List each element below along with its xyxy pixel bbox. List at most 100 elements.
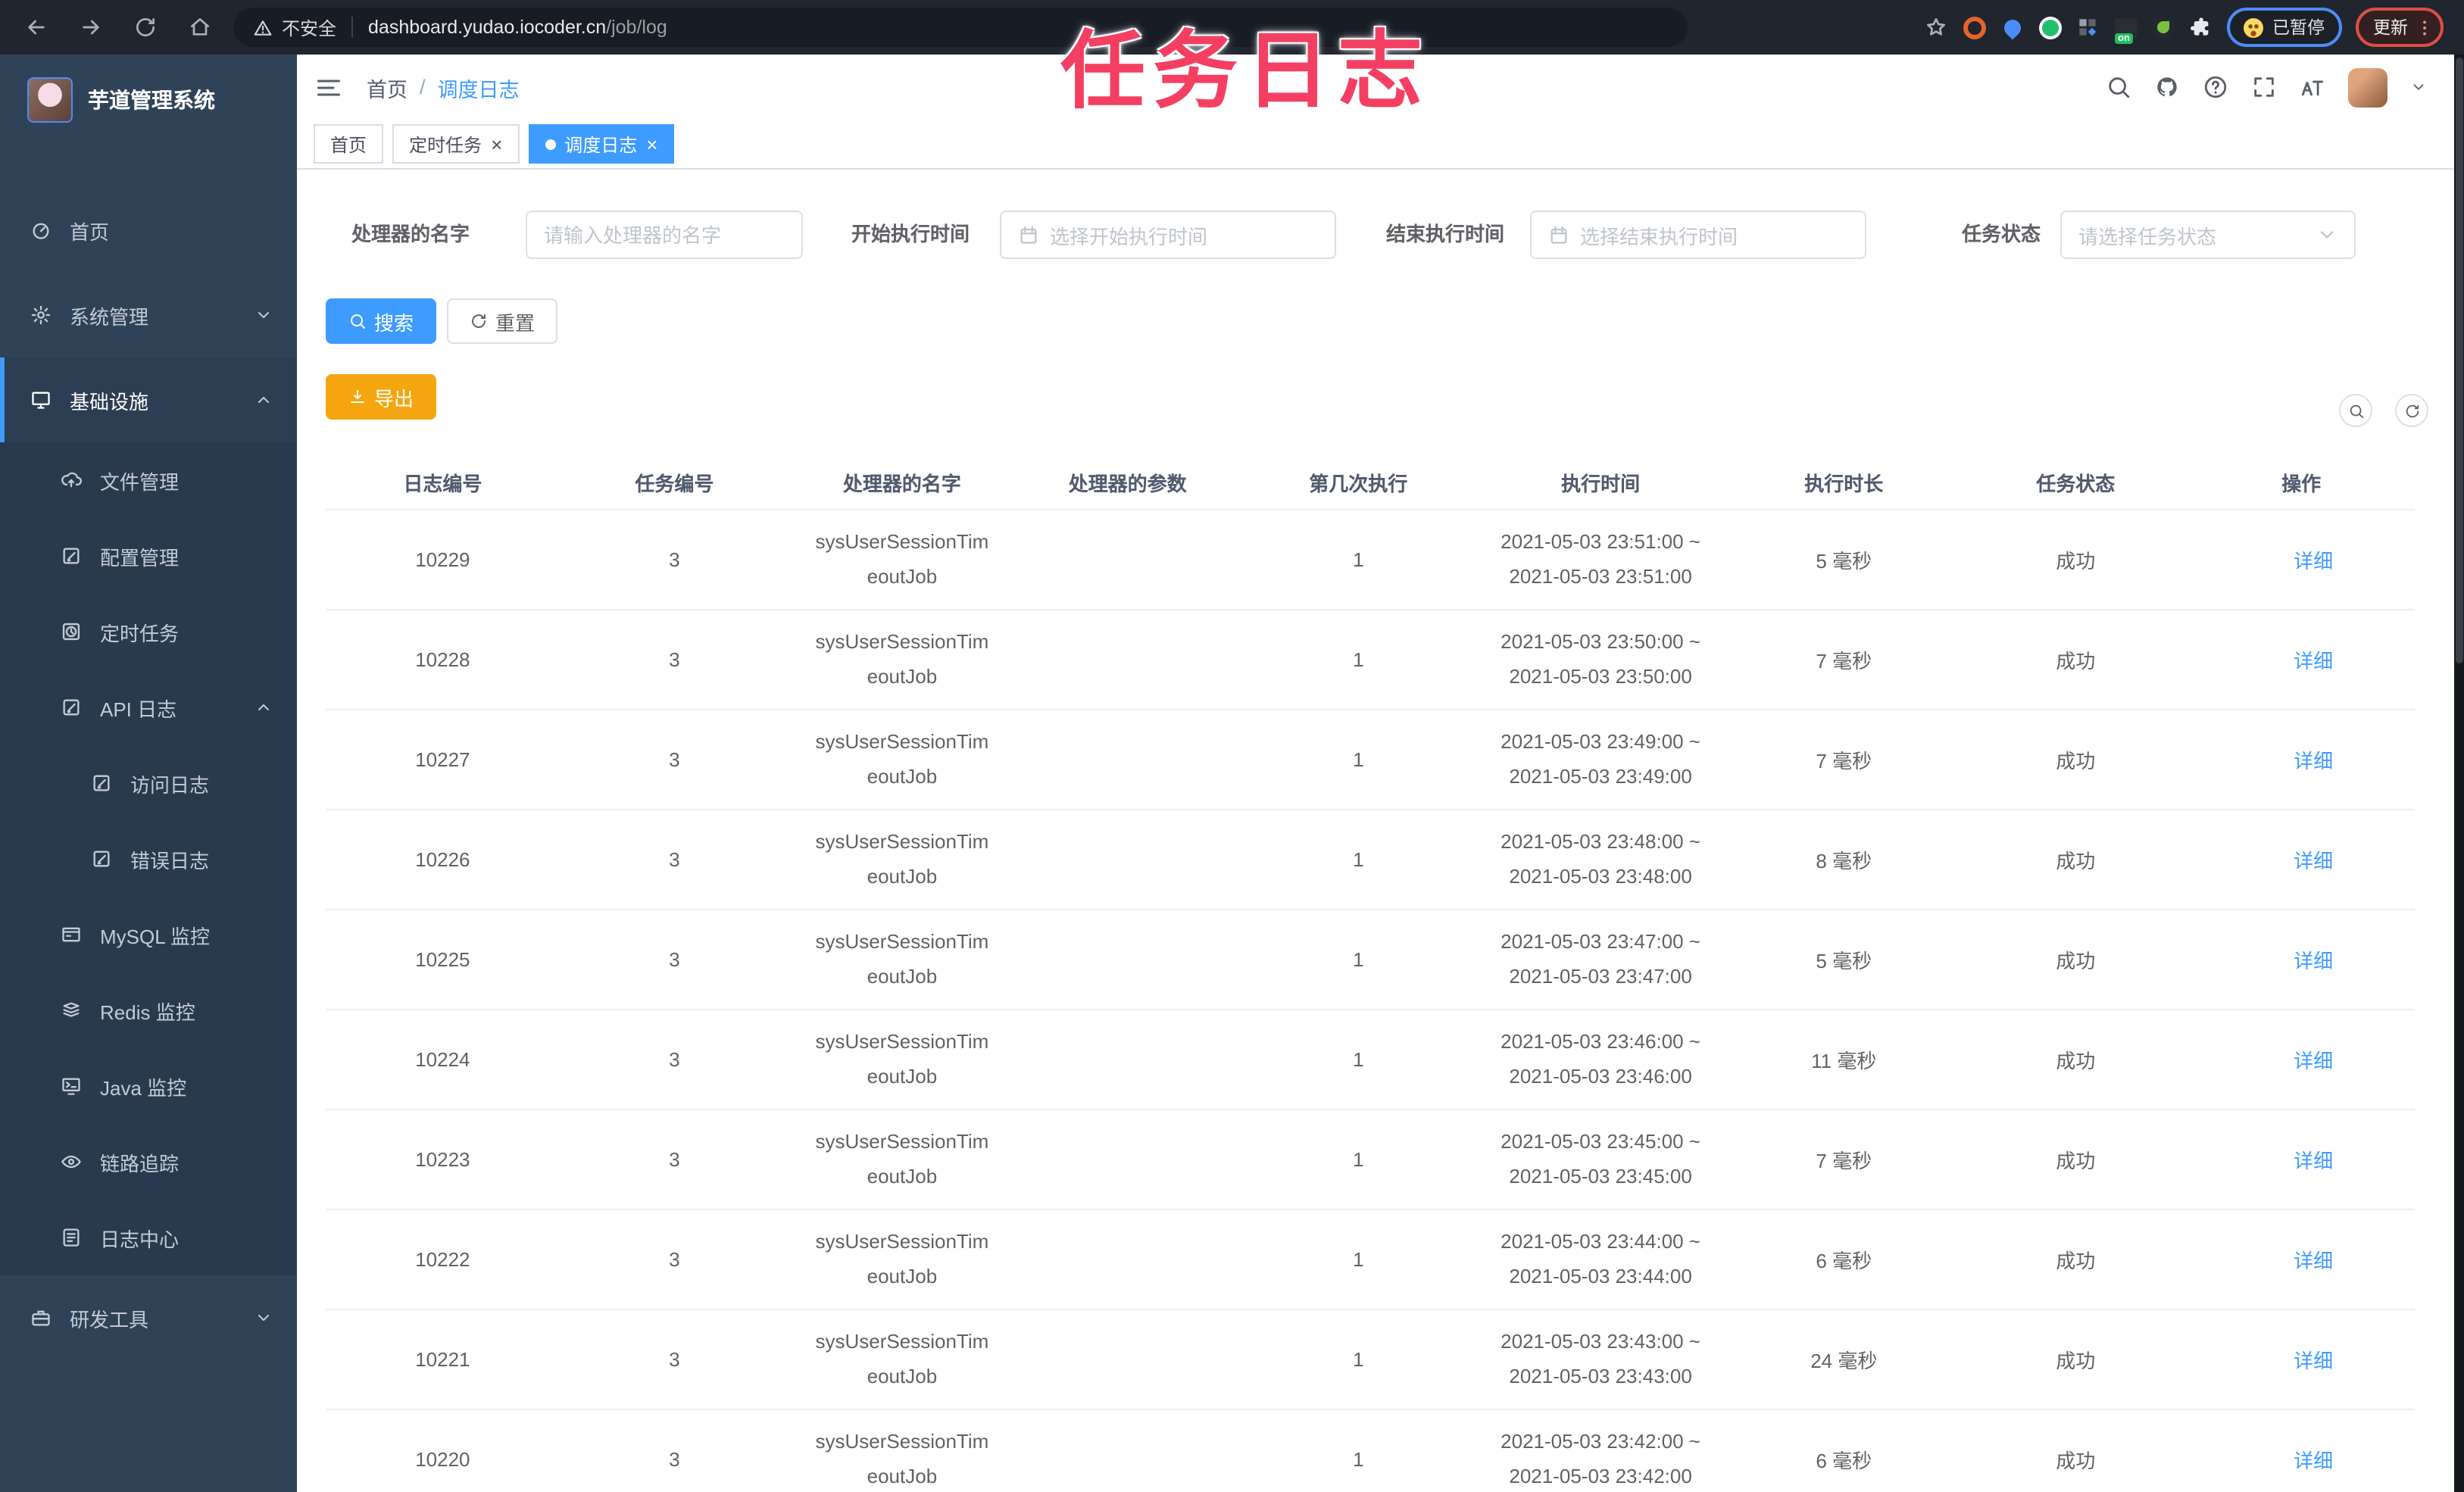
- url-host: dashboard.yudao.iocoder.cn: [368, 17, 607, 38]
- table-row: 10225 3 sysUserSessionTim eoutJob 1 2021…: [326, 910, 2414, 1010]
- extension-onbox-icon[interactable]: on: [2113, 15, 2138, 44]
- status-label: 任务状态: [1962, 223, 2041, 245]
- detail-link[interactable]: 详细: [2269, 1345, 2333, 1374]
- clock-icon: [61, 621, 82, 642]
- sidebar-item-redis[interactable]: Redis 监控: [0, 972, 297, 1048]
- detail-link[interactable]: 详细: [2269, 545, 2333, 574]
- sidebar-item-api-log[interactable]: API 日志: [0, 670, 297, 745]
- cell-handler-name: sysUserSessionTim eoutJob: [789, 710, 1015, 810]
- cell-actions: 详细: [2188, 910, 2414, 1010]
- sidebar-item-error-log[interactable]: 错误日志: [0, 821, 297, 897]
- log-table-body: 10229 3 sysUserSessionTim eoutJob 1 2021…: [326, 510, 2414, 1492]
- cell-execute-time: 2021-05-03 23:45:00 ~ 2021-05-03 23:45:0…: [1476, 1110, 1725, 1210]
- app-logo-row[interactable]: 芋道管理系统: [0, 55, 297, 145]
- export-button[interactable]: 导出: [326, 374, 437, 420]
- table-row: 10223 3 sysUserSessionTim eoutJob 1 2021…: [326, 1110, 2414, 1210]
- reset-button[interactable]: 重置: [447, 298, 558, 344]
- column-header: 第几次执行: [1240, 454, 1477, 510]
- search-button[interactable]: 搜索: [326, 298, 437, 344]
- cell-handler-param: [1014, 810, 1241, 910]
- help-icon[interactable]: [2202, 74, 2228, 100]
- mysql-icon: [61, 924, 82, 945]
- detail-link[interactable]: 详细: [2269, 645, 2333, 674]
- sidebar-item-system[interactable]: 系统管理: [0, 273, 297, 357]
- browser-profile-chip[interactable]: 已暂停: [2227, 8, 2341, 47]
- bookmark-star-icon[interactable]: [1924, 15, 1948, 39]
- dashboard-icon: [30, 220, 52, 241]
- breadcrumb-home[interactable]: 首页: [367, 72, 408, 102]
- close-tab-icon[interactable]: ×: [646, 134, 657, 154]
- handler-name-field[interactable]: [544, 223, 785, 246]
- sidebar-item-file[interactable]: 文件管理: [0, 442, 297, 518]
- detail-link[interactable]: 详细: [2269, 1445, 2333, 1474]
- sidebar-item-home[interactable]: 首页: [0, 188, 297, 273]
- status-select[interactable]: 请选择任务状态: [2060, 211, 2356, 259]
- sidebar-item-java[interactable]: Java 监控: [0, 1048, 297, 1124]
- extension-grid-icon[interactable]: [2075, 15, 2100, 39]
- close-tab-icon[interactable]: ×: [491, 134, 502, 154]
- extension-leaf-icon[interactable]: [2151, 15, 2175, 39]
- handler-name-input[interactable]: [526, 211, 803, 259]
- detail-link[interactable]: 详细: [2269, 745, 2333, 774]
- redis-icon: [61, 1000, 82, 1021]
- page-tab-首页[interactable]: 首页: [314, 124, 384, 164]
- end-time-picker[interactable]: 选择结束执行时间: [1530, 211, 1866, 259]
- cell-status: 成功: [1963, 1110, 2189, 1210]
- sidebar-item-job[interactable]: 定时任务: [0, 594, 297, 670]
- detail-link[interactable]: 详细: [2269, 1045, 2333, 1074]
- hamburger-icon[interactable]: [315, 73, 342, 101]
- extensions-puzzle-icon[interactable]: [2189, 15, 2213, 39]
- cell-job-id: 3: [559, 1309, 790, 1410]
- extension-green-icon[interactable]: [2038, 15, 2062, 39]
- address-bar[interactable]: 不安全 dashboard.yudao.iocoder.cn/job/log: [233, 8, 1688, 47]
- header-actions: [2105, 67, 2453, 107]
- toggle-search-button[interactable]: [2339, 394, 2372, 427]
- log-table: 日志编号 任务编号 处理器的名字 处理器的参数 第几次执行 执行时间 执行时长 任务状态 操作 …: [326, 454, 2414, 1492]
- cell-handler-name: sysUserSessionTim eoutJob: [789, 510, 1015, 610]
- url-path: /job/log: [606, 17, 667, 38]
- sidebar-item-mysql[interactable]: MySQL 监控: [0, 897, 297, 972]
- cell-handler-param: [1014, 1210, 1241, 1310]
- header-search-icon[interactable]: [2105, 74, 2131, 100]
- cell-execute-time: 2021-05-03 23:49:00 ~ 2021-05-03 23:49:0…: [1476, 710, 1725, 810]
- detail-link[interactable]: 详细: [2269, 945, 2333, 974]
- start-time-picker[interactable]: 选择开始执行时间: [1000, 211, 1336, 259]
- sidebar-item-config[interactable]: 配置管理: [0, 518, 297, 594]
- warning-icon: [253, 17, 273, 37]
- forward-icon[interactable]: [79, 15, 103, 39]
- page-tab-调度日志[interactable]: 调度日志 ×: [528, 124, 675, 164]
- sidebar-item-access-log[interactable]: 访问日志: [0, 745, 297, 821]
- detail-link[interactable]: 详细: [2269, 1245, 2333, 1274]
- user-avatar[interactable]: [2347, 67, 2387, 107]
- sidebar-item-trace[interactable]: 链路追踪: [0, 1124, 297, 1200]
- reload-icon[interactable]: [133, 15, 158, 39]
- browser-update-button[interactable]: 更新: [2355, 8, 2443, 47]
- font-size-icon[interactable]: [2299, 74, 2325, 100]
- detail-link[interactable]: 详细: [2269, 1145, 2333, 1174]
- back-icon[interactable]: [24, 15, 48, 39]
- search-icon: [2347, 402, 2364, 419]
- cell-actions: 详细: [2188, 1110, 2414, 1210]
- user-menu-caret-icon[interactable]: [2409, 79, 2426, 95]
- gear-icon: [30, 304, 52, 326]
- url-divider: [351, 17, 354, 38]
- browser-menu-icon[interactable]: [2414, 17, 2434, 37]
- extension-pin-icon[interactable]: [2000, 15, 2024, 39]
- active-dot-icon: [545, 139, 556, 149]
- sidebar-item-dev-tools[interactable]: 研发工具: [0, 1275, 297, 1360]
- cell-duration: 11 毫秒: [1725, 1010, 1963, 1110]
- page-scrollbar[interactable]: [2453, 55, 2464, 1492]
- home-icon[interactable]: [188, 15, 212, 39]
- github-icon[interactable]: [2153, 74, 2179, 100]
- detail-link[interactable]: 详细: [2269, 845, 2333, 874]
- fullscreen-icon[interactable]: [2250, 74, 2276, 100]
- cell-actions: 详细: [2188, 1010, 2414, 1110]
- sidebar-item-infra[interactable]: 基础设施: [0, 357, 297, 442]
- scrollbar-thumb[interactable]: [2455, 58, 2462, 663]
- cell-log-id: 10228: [326, 610, 560, 710]
- emoji-face-icon: [2244, 17, 2263, 37]
- sidebar-item-log-center[interactable]: 日志中心: [0, 1200, 297, 1275]
- refresh-table-button[interactable]: [2395, 394, 2428, 427]
- extension-orange-icon[interactable]: [1962, 15, 1986, 39]
- page-tab-定时任务[interactable]: 定时任务 ×: [392, 124, 520, 164]
